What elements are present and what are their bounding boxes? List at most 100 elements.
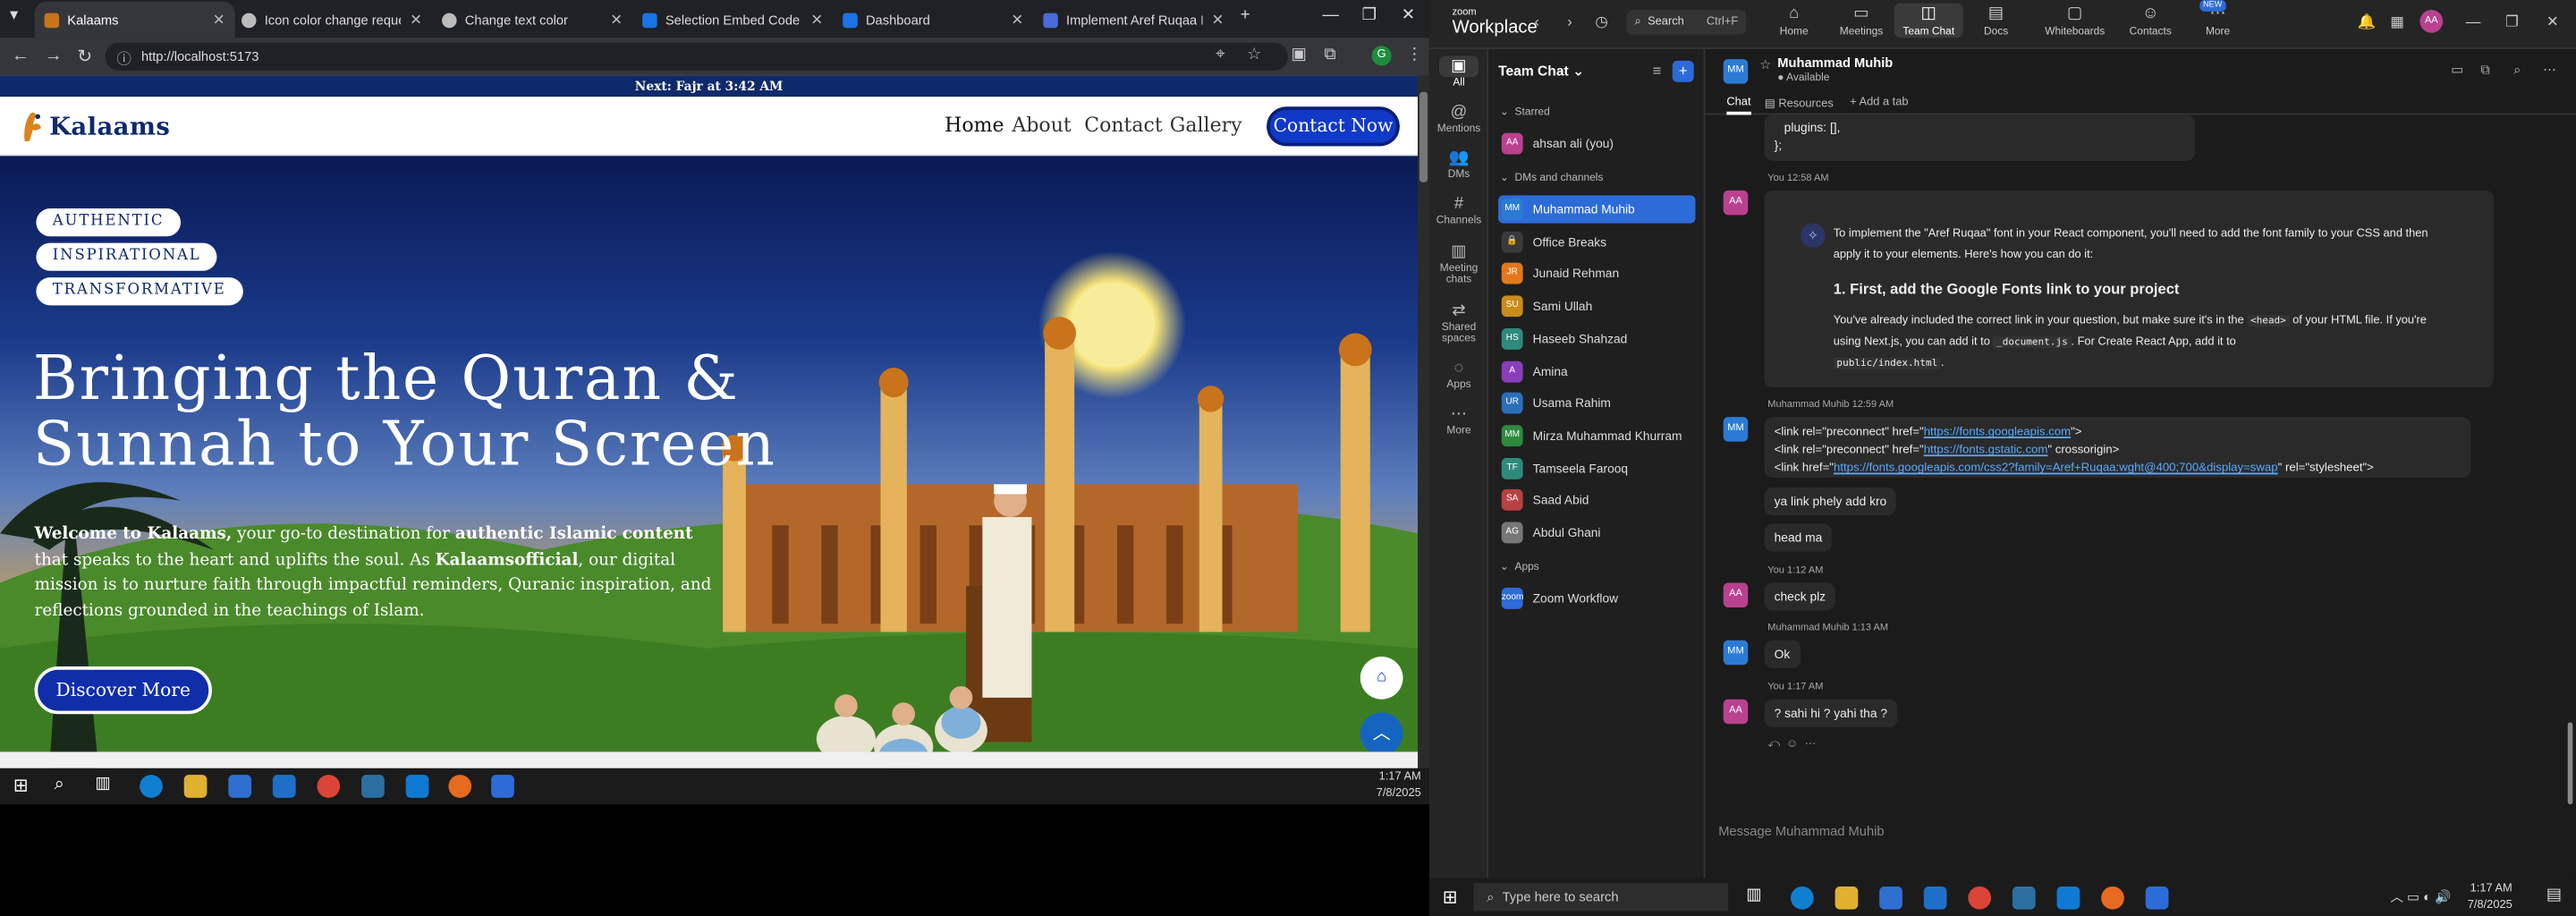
firefox-icon[interactable]: [2101, 886, 2124, 910]
calendar-icon[interactable]: ▦: [2390, 13, 2404, 31]
chrome-icon[interactable]: [1968, 886, 1992, 910]
section-starred[interactable]: ⌄ Starred: [1500, 105, 1550, 118]
new-chat-button[interactable]: +: [1672, 60, 1694, 82]
store-icon[interactable]: [228, 775, 252, 798]
contact-name[interactable]: Muhammad Muhib: [1777, 55, 1893, 71]
windows-start-icon[interactable]: ⊞: [1443, 886, 1458, 908]
vscode-icon[interactable]: [2056, 886, 2080, 910]
rail-meeting-chats[interactable]: ▥ Meeting chats: [1429, 242, 1488, 286]
task-view-icon[interactable]: ▥: [1746, 886, 1769, 910]
url-link[interactable]: https://fonts.googleapis.com: [1924, 423, 2071, 438]
edge-icon[interactable]: [1791, 886, 1814, 910]
windows-start-icon[interactable]: ⊞: [13, 775, 37, 798]
section-dms[interactable]: ⌄ DMs and channels: [1500, 171, 1604, 184]
new-tab-icon[interactable]: +: [1241, 6, 1250, 24]
close-window-icon[interactable]: ✕: [1402, 6, 1415, 24]
url-link[interactable]: https://fonts.gstatic.com: [1924, 442, 2048, 457]
extensions-puzzle-icon[interactable]: ⧉: [1324, 46, 1335, 64]
rail-all[interactable]: ▣ All: [1429, 55, 1488, 89]
chat-scrollbar[interactable]: [2565, 114, 2575, 805]
url-input[interactable]: ⓘ http://localhost:5173 ⌖ ☆: [105, 42, 1288, 71]
zoom-taskbar-icon[interactable]: [2145, 886, 2169, 910]
topnav-home[interactable]: ⌂ Home: [1759, 4, 1828, 38]
topnav-team-chat[interactable]: ◫ Team Chat: [1894, 3, 1963, 38]
task-view-icon[interactable]: ▥: [96, 775, 119, 798]
chat-list-item[interactable]: zoom Zoom Workflow: [1498, 584, 1695, 612]
chrome-icon[interactable]: [317, 775, 341, 798]
topnav-more[interactable]: ⋯ NEW More: [2183, 0, 2252, 38]
forward-icon[interactable]: ›: [1567, 13, 1572, 30]
filter-icon[interactable]: ≡: [1646, 61, 1667, 82]
close-icon[interactable]: ✕: [213, 11, 225, 29]
tab-chat[interactable]: Chat: [1726, 97, 1751, 115]
chat-list-item[interactable]: A Amina: [1498, 357, 1695, 385]
tab-selection-embed[interactable]: Selection Embed Code - Go ✕: [632, 2, 833, 38]
scroll-top-icon[interactable]: ︿: [1360, 712, 1403, 756]
video-call-icon[interactable]: ▭: [2451, 63, 2463, 78]
tab-add[interactable]: + Add a tab: [1850, 97, 1908, 108]
tab-search-icon[interactable]: ▾: [10, 6, 18, 24]
taskbar-clock[interactable]: 1:17 AM 7/8/2025: [1377, 770, 1421, 803]
sender-avatar[interactable]: AA: [1723, 582, 1749, 607]
chat-list-item[interactable]: MM Muhammad Muhib: [1498, 195, 1696, 224]
mail-icon[interactable]: [1923, 886, 1947, 910]
more-icon[interactable]: ⋯: [2543, 63, 2556, 78]
file-explorer-icon[interactable]: [1835, 886, 1859, 910]
bookmark-star-icon[interactable]: ☆: [1247, 46, 1261, 64]
bell-icon[interactable]: 🔔: [2358, 13, 2377, 31]
rail-channels[interactable]: # Channels: [1429, 194, 1488, 226]
close-icon[interactable]: ✕: [610, 11, 623, 29]
sender-avatar[interactable]: MM: [1723, 417, 1749, 442]
nav-about[interactable]: About: [1012, 114, 1071, 137]
notification-icon[interactable]: ▤: [2546, 886, 2562, 904]
message-input[interactable]: Message Muhammad Muhib: [1718, 824, 1884, 839]
chat-list-item[interactable]: 🔒 Office Breaks: [1498, 228, 1695, 256]
vpn-icon[interactable]: [2012, 886, 2036, 910]
topnav-whiteboards[interactable]: ▢ Whiteboards: [2040, 4, 2109, 38]
close-icon[interactable]: ✕: [810, 11, 823, 29]
chat-list-item[interactable]: TF Tamseela Farooq: [1498, 454, 1695, 482]
chat-list-item[interactable]: SA Saad Abid: [1498, 487, 1695, 514]
scrollbar-thumb[interactable]: [1419, 91, 1428, 182]
file-explorer-icon[interactable]: [183, 775, 208, 798]
mosque-dome-icon[interactable]: ⌂: [1360, 657, 1403, 700]
rail-dms[interactable]: 👥 DMs: [1429, 148, 1488, 181]
meet-icon[interactable]: ⧉: [2480, 63, 2490, 79]
mail-icon[interactable]: [272, 775, 296, 798]
maximize-icon[interactable]: ❐: [2505, 13, 2519, 31]
chat-list-item[interactable]: AA ahsan ali (you): [1498, 130, 1695, 157]
discover-more-button[interactable]: Discover More: [34, 666, 212, 715]
star-icon[interactable]: ☆: [1759, 57, 1771, 72]
message-actions[interactable]: ⤺ ☺ ⋯: [1767, 737, 1816, 752]
user-avatar[interactable]: AA: [2419, 10, 2444, 33]
menu-icon[interactable]: ⋮: [1406, 46, 1422, 64]
panel-title[interactable]: Team Chat ⌄: [1498, 63, 1584, 81]
forward-icon[interactable]: →: [45, 46, 63, 65]
sender-avatar[interactable]: AA: [1723, 699, 1749, 725]
rail-mentions[interactable]: @ Mentions: [1429, 102, 1488, 135]
maximize-icon[interactable]: ❐: [1362, 6, 1377, 24]
url-link[interactable]: https://fonts.googleapis.com/css2?family…: [1834, 460, 2278, 475]
chat-list-item[interactable]: AG Abdul Ghani: [1498, 519, 1695, 547]
profile-avatar[interactable]: G: [1371, 46, 1392, 66]
vpn-icon[interactable]: [361, 775, 385, 798]
back-icon[interactable]: ←: [12, 46, 30, 65]
chat-list-item[interactable]: SU Sami Ullah: [1498, 293, 1695, 320]
close-icon[interactable]: ✕: [2546, 13, 2559, 31]
rail-more[interactable]: ⋯ More: [1429, 403, 1488, 437]
kalaams-logo[interactable]: Kalaams: [20, 105, 170, 148]
rail-apps[interactable]: ◌ Apps: [1429, 358, 1488, 391]
zoom-search[interactable]: ⌕ Search Ctrl+F: [1626, 10, 1747, 35]
sender-avatar[interactable]: AA: [1723, 190, 1749, 216]
nav-gallery[interactable]: Gallery: [1170, 114, 1242, 137]
edge-icon[interactable]: [140, 775, 163, 798]
vscode-icon[interactable]: [405, 775, 429, 798]
taskbar-clock[interactable]: 1:17 AM 7/8/2025: [2468, 881, 2512, 914]
tray-icons[interactable]: ︿ ▭ ◐ 🔊: [2390, 888, 2451, 906]
tab-dashboard[interactable]: Dashboard ✕: [833, 2, 1033, 38]
topnav-contacts[interactable]: ☺ Contacts: [2116, 4, 2185, 38]
search-icon[interactable]: ⌕: [55, 775, 78, 798]
nav-contact[interactable]: Contact: [1084, 114, 1163, 137]
scrollbar-thumb[interactable]: [2567, 722, 2573, 805]
close-icon[interactable]: ✕: [1011, 11, 1023, 29]
